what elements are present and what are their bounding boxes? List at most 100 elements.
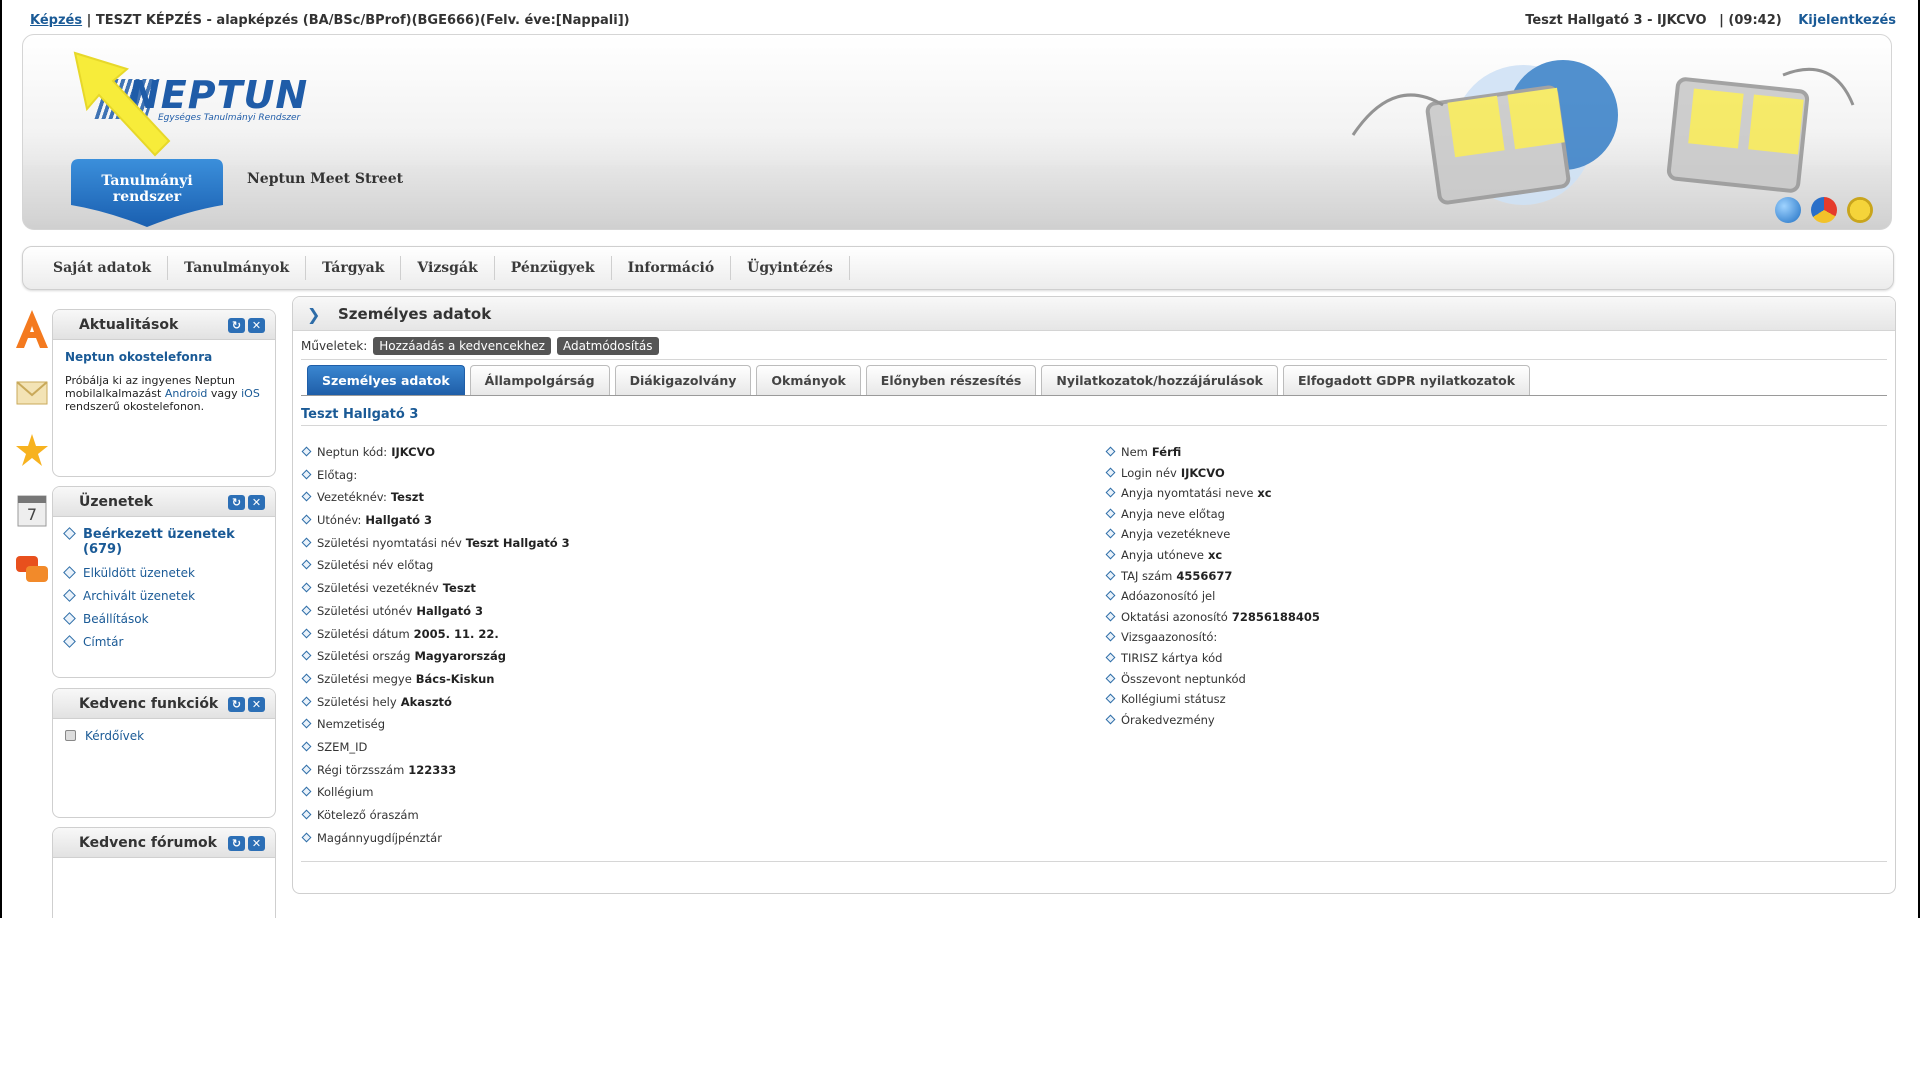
field-value: IJKCVO: [1180, 465, 1225, 480]
diamond-bullet-icon: [1105, 549, 1116, 560]
field-row: Anyja utóneve xc: [1105, 548, 1320, 569]
field-label: Születési nyomtatási név: [317, 535, 462, 550]
field-label: Utónév:: [317, 513, 362, 528]
diamond-bullet-icon: [301, 832, 312, 843]
diamond-bullet-icon: [301, 786, 312, 797]
field-label: Órakedvezmény: [1121, 712, 1215, 727]
tab-tanulmanyi-rendszer[interactable]: Tanulmányi rendszer: [67, 159, 227, 229]
training-link[interactable]: Képzés: [30, 13, 82, 28]
field-row: Adóazonosító jel: [1105, 589, 1320, 610]
field-row: Születési dátum 2005. 11. 22.: [301, 627, 570, 650]
news-box: Aktualitások ↻ ✕ Neptun okostelefonra Pró…: [52, 309, 276, 477]
field-value: xc: [1207, 547, 1223, 562]
directory-link[interactable]: Címtár: [63, 635, 263, 649]
close-icon[interactable]: ✕: [248, 697, 265, 712]
field-row: Login név IJKCVO: [1105, 466, 1320, 487]
nav-sajat-adatok[interactable]: Saját adatok: [37, 256, 169, 280]
color-wheel-icon[interactable]: [1811, 197, 1837, 223]
field-row: Születési név előtag: [301, 558, 570, 581]
diamond-bullet-icon: [301, 696, 312, 707]
diamond-bullet-icon: [1105, 693, 1116, 704]
tab-allampolgarsag[interactable]: Állampolgárság: [469, 365, 610, 395]
star-icon[interactable]: [14, 428, 50, 474]
refresh-icon[interactable]: ↻: [228, 697, 245, 712]
field-value: Hallgató 3: [416, 603, 483, 618]
accessibility-icon[interactable]: [1847, 197, 1873, 223]
tab-okmanyok[interactable]: Okmányok: [756, 365, 861, 395]
tab-nyilatkozatok[interactable]: Nyilatkozatok/hozzájárulások: [1041, 365, 1278, 395]
close-icon[interactable]: ✕: [248, 836, 265, 851]
logout-link[interactable]: Kijelentkezés: [1798, 13, 1896, 28]
field-value: 4556677: [1176, 568, 1233, 583]
tab-szemelyes-adatok[interactable]: Személyes adatok: [307, 365, 465, 395]
chevron-right-icon[interactable]: ❯: [307, 305, 320, 324]
close-icon[interactable]: ✕: [248, 318, 265, 333]
diamond-bullet-icon: [1105, 611, 1116, 622]
messages-box: Üzenetek ↻ ✕ Beérkezett üzenetek (679) El…: [52, 486, 276, 678]
diamond-bullet-icon: [301, 628, 312, 638]
refresh-icon[interactable]: ↻: [228, 836, 245, 851]
field-row: Születési nyomtatási név Teszt Hallgató 3: [301, 536, 570, 559]
nav-targyak[interactable]: Tárgyak: [306, 256, 402, 280]
field-label: Adóazonosító jel: [1121, 589, 1216, 604]
ios-link[interactable]: iOS: [241, 387, 260, 400]
tab-neptun-meet-street[interactable]: Neptun Meet Street: [247, 171, 403, 187]
refresh-icon[interactable]: ↻: [228, 495, 245, 510]
nav-vizsgak[interactable]: Vizsgák: [401, 256, 495, 280]
tab-diakigazolvany[interactable]: Diákigazolvány: [614, 365, 752, 395]
tab-gdpr-nyilatkozatok[interactable]: Elfogadott GDPR nyilatkozatok: [1283, 365, 1531, 395]
field-value: xc: [1257, 486, 1272, 501]
calendar-icon[interactable]: 7: [14, 488, 50, 534]
sent-link[interactable]: Elküldött üzenetek: [63, 566, 263, 580]
training-info: Képzés | TESZT KÉPZÉS - alapképzés (BA/B…: [30, 13, 630, 28]
diamond-bullet-icon: [301, 514, 312, 525]
envelope-icon[interactable]: [14, 368, 50, 414]
field-row: Utónév: Hallgató 3: [301, 513, 570, 536]
android-link[interactable]: Android: [165, 387, 208, 400]
field-label: SZEM_ID: [317, 739, 368, 754]
topbar-separator: |: [82, 13, 96, 28]
nav-ugyintezes[interactable]: Ügyintézés: [731, 256, 850, 280]
diamond-bullet-icon: [1105, 673, 1116, 683]
tab-elonyben-reszesites[interactable]: Előnyben részesítés: [865, 365, 1037, 395]
nav-informacio[interactable]: Információ: [612, 256, 732, 280]
header-banner: NEPTUN Egységes Tanulmányi Rendszer Tanu…: [22, 34, 1892, 230]
header-round-icons: [1775, 197, 1873, 223]
news-box-title: Aktualitások: [79, 317, 179, 333]
field-value: Teszt Hallgató 3: [465, 535, 570, 550]
close-icon[interactable]: ✕: [248, 495, 265, 510]
news-a-icon[interactable]: [14, 308, 50, 354]
field-row: TAJ szám 4556677: [1105, 569, 1320, 590]
remove-fav-icon[interactable]: [65, 730, 76, 741]
diamond-bullet-icon: [301, 469, 312, 480]
panel-header: ❯ Személyes adatok: [293, 297, 1895, 331]
fav-function-kerdoivek[interactable]: Kérdőívek: [65, 729, 263, 743]
field-row: Órakedvezmény: [1105, 713, 1320, 734]
news-item-title[interactable]: Neptun okostelefonra: [65, 350, 263, 364]
archived-link[interactable]: Archivált üzenetek: [63, 589, 263, 603]
messages-box-header: Üzenetek ↻ ✕: [53, 487, 275, 517]
tabs-divider: [301, 395, 1887, 396]
data-tabs: Személyes adatok Állampolgárság Diákigaz…: [307, 365, 1531, 395]
field-label: Login név: [1121, 465, 1177, 480]
inbox-link[interactable]: Beérkezett üzenetek (679): [63, 527, 263, 557]
globe-icon[interactable]: [1775, 197, 1801, 223]
diamond-bullet-icon: [1105, 528, 1116, 539]
diamond-bullet-icon: [63, 566, 76, 579]
diamond-bullet-icon: [301, 559, 312, 570]
nav-penzugyek[interactable]: Pénzügyek: [495, 256, 612, 280]
nav-tanulmanyok[interactable]: Tanulmányok: [168, 256, 307, 280]
directory-label: Címtár: [83, 635, 124, 649]
divider: [301, 425, 1887, 426]
modify-data-button[interactable]: Adatmódosítás: [556, 337, 659, 355]
tab-active-label: Tanulmányi rendszer: [101, 173, 193, 205]
add-to-favorites-button[interactable]: Hozzáadás a kedvencekhez: [373, 337, 551, 355]
field-value: Magyarország: [414, 649, 506, 664]
diamond-bullet-icon: [1105, 508, 1116, 519]
field-row: Anyja neve előtag: [1105, 507, 1320, 528]
settings-link[interactable]: Beállítások: [63, 612, 263, 626]
archived-label: Archivált üzenetek: [83, 589, 196, 603]
refresh-icon[interactable]: ↻: [228, 318, 245, 333]
fav-functions-title: Kedvenc funkciók: [79, 696, 219, 712]
forum-chat-icon[interactable]: [14, 548, 50, 594]
